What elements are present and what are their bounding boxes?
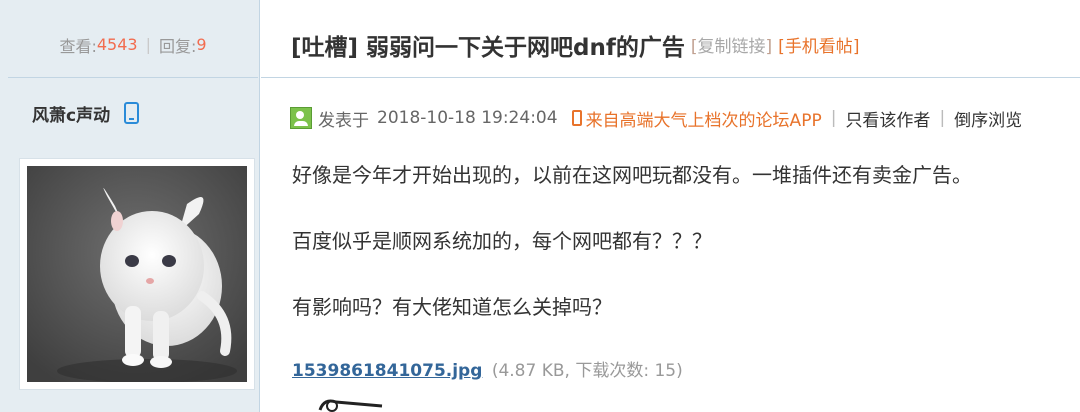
- thread-tag[interactable]: [吐槽]: [291, 28, 358, 62]
- mobile-view-label: 手机看帖: [784, 37, 853, 57]
- reverse-order-link[interactable]: 倒序浏览: [954, 106, 1022, 131]
- views-count: 4543: [96, 35, 138, 54]
- post-header: 发表于 2018-10-18 19:24:04 来自高端大气上档次的论坛APP …: [290, 104, 1080, 132]
- copy-link-label: 复制链接: [697, 37, 766, 57]
- mobile-view-bracket-right: ]: [852, 37, 860, 57]
- mobile-source-label: 来自高端大气上档次的论坛APP: [585, 110, 822, 131]
- replies-count: 9: [196, 35, 207, 54]
- post-line: 好像是今年才开始出现的，以前在这网吧玩都没有。一堆插件还有卖金广告。: [292, 163, 972, 187]
- thread-title: 弱弱问一下关于网吧dnf的广告: [366, 34, 685, 61]
- mobile-source-link[interactable]: 来自高端大气上档次的论坛APP: [571, 106, 822, 131]
- stats-divider: |: [145, 35, 151, 54]
- author-sidebar: 查看: 4543 | 回复: 9 风萧c声动: [0, 0, 260, 412]
- author-name[interactable]: 风萧c声动: [32, 101, 110, 126]
- views-label: 查看:: [59, 36, 97, 56]
- attachment-link[interactable]: 1539861841075.jpg: [292, 361, 482, 381]
- forum-thread-view: 查看: 4543 | 回复: 9 风萧c声动 [吐槽] 弱弱问一下关于网吧dnf…: [0, 0, 1080, 412]
- copy-link-bracket-right: ]: [765, 37, 773, 57]
- mobile-view-button[interactable]: [手机看帖]: [778, 32, 859, 57]
- mobile-view-bracket-left: [: [778, 37, 785, 57]
- author-card: 风萧c声动: [8, 80, 258, 412]
- phone-icon: [124, 102, 140, 124]
- posted-label: 发表于: [318, 110, 369, 131]
- post-content: 好像是今年才开始出现的，以前在这网吧玩都没有。一堆插件还有卖金广告。 百度似乎是…: [292, 160, 1072, 358]
- avatar[interactable]: [19, 158, 255, 390]
- post-line: 有影响吗？有大佬知道怎么关掉吗？: [292, 295, 612, 319]
- attachment: 1539861841075.jpg (4.87 KB, 下载次数: 15): [292, 356, 683, 381]
- copy-link-bracket-left: [: [690, 37, 698, 57]
- replies-label: 回复:: [158, 36, 197, 56]
- author-row: 风萧c声动: [32, 98, 140, 128]
- attachment-thumbnail[interactable]: [312, 394, 392, 412]
- post-line: 百度似乎是顺网系统加的，每个网吧都有？？？: [292, 229, 712, 253]
- thread-stats: 查看: 4543 | 回复: 9: [8, 12, 258, 78]
- mobile-icon: [571, 110, 582, 126]
- thread-title-bar: [吐槽] 弱弱问一下关于网吧dnf的广告 [复制链接] [手机看帖]: [261, 12, 1080, 78]
- header-divider: |: [830, 108, 837, 128]
- header-divider: |: [939, 108, 946, 128]
- kitten-avatar-image: [27, 166, 247, 382]
- only-author-link[interactable]: 只看该作者: [845, 106, 930, 131]
- online-status-icon: [290, 107, 312, 129]
- post-datetime: 2018-10-18 19:24:04: [377, 108, 558, 128]
- copy-link-button[interactable]: [复制链接]: [691, 32, 772, 57]
- attachment-meta: (4.87 KB, 下载次数: 15): [491, 361, 683, 381]
